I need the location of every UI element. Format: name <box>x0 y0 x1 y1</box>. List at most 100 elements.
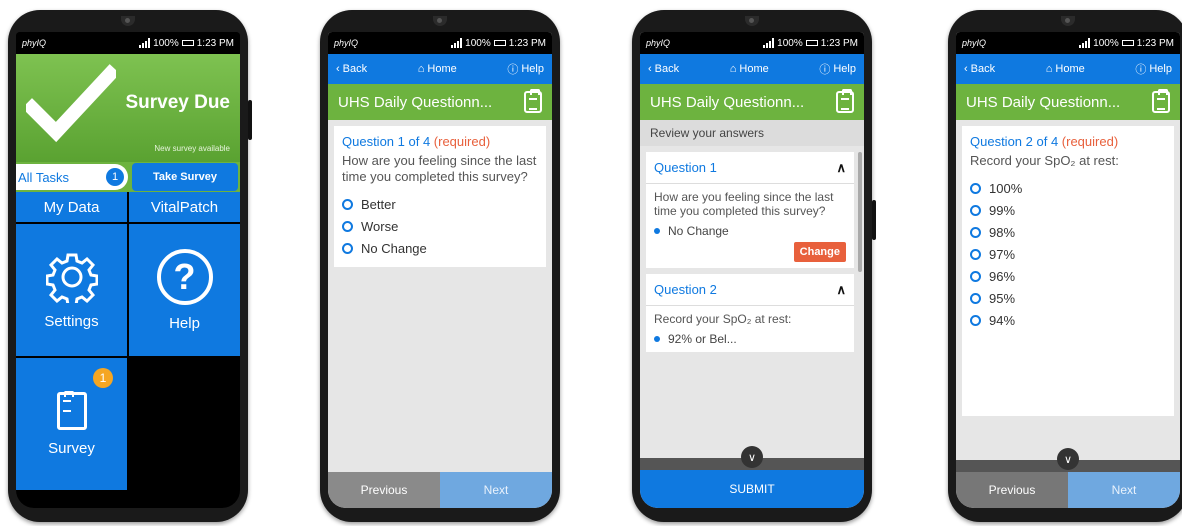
review-q2-header[interactable]: Question 2 ∧ <box>646 274 854 306</box>
review-q1-answer: No Change <box>654 224 846 238</box>
option-96[interactable]: 96% <box>970 265 1166 287</box>
change-button[interactable]: Change <box>793 242 846 262</box>
help-icon: ⓘ <box>507 64 519 76</box>
next-button[interactable]: Next <box>440 472 552 508</box>
help-label: Help <box>169 314 200 332</box>
back-button[interactable]: ‹ Back <box>336 63 367 75</box>
scrollbar[interactable] <box>858 152 862 272</box>
radio-icon <box>970 226 981 238</box>
nav-bar: ‹ Back ⌂ Home ⓘ Help <box>640 54 864 84</box>
survey-title-bar: UHS Daily Questionn... <box>328 84 552 120</box>
tile-settings[interactable]: Settings <box>16 224 127 356</box>
banner-subtitle: New survey available <box>154 144 230 153</box>
home-icon: ⌂ <box>417 63 425 75</box>
radio-icon <box>970 314 981 326</box>
option-99[interactable]: 99% <box>970 199 1166 221</box>
time-label: 1:23 PM <box>508 37 546 49</box>
battery-icon <box>493 40 506 46</box>
option-94[interactable]: 94% <box>970 309 1166 331</box>
previous-button[interactable]: Previous <box>328 472 440 508</box>
tile-my-data[interactable]: My Data <box>16 192 127 222</box>
camera-notch <box>745 16 759 26</box>
question-text: Record your SpO₂ at rest: <box>970 153 1119 168</box>
review-q1-label: Question 1 <box>654 160 717 175</box>
back-button[interactable]: ‹ Back <box>964 63 995 75</box>
time-label: 1:23 PM <box>196 37 234 49</box>
option-no-change[interactable]: No Change <box>342 237 538 259</box>
screen: phyIQ 100% 1:23 PM ‹ Back ⌂ Home ⓘ Help UHS… <box>640 32 864 508</box>
survey-count-badge: 1 <box>93 368 113 388</box>
question-heading: Question 2 of 4 (required) <box>970 134 1166 149</box>
radio-icon <box>970 248 981 260</box>
tile-help[interactable]: ? Help <box>129 224 240 356</box>
screen: phyIQ 100% 1:23 PM ‹ Back ⌂ Home ⓘ Help UHS… <box>956 32 1180 508</box>
signal-icon <box>451 38 463 48</box>
help-button[interactable]: ⓘ Help <box>819 61 856 77</box>
home-button[interactable]: ⌂ Home <box>730 63 769 75</box>
survey-label: Survey <box>48 439 95 457</box>
help-icon: ? <box>156 248 213 305</box>
tile-vitalpatch[interactable]: VitalPatch <box>129 192 240 222</box>
brand-label: phyIQ <box>646 38 671 48</box>
battery-label: 100% <box>777 37 803 49</box>
survey-due-banner[interactable]: Survey Due New survey available <box>16 54 240 162</box>
back-button[interactable]: ‹ Back <box>648 63 679 75</box>
battery-label: 100% <box>465 37 491 49</box>
required-label: (required) <box>433 134 491 149</box>
status-bar: phyIQ 100% 1:23 PM <box>16 32 240 54</box>
required-label: (required) <box>1061 134 1119 149</box>
radio-icon <box>970 292 981 304</box>
bullet-icon <box>654 336 660 342</box>
camera-notch <box>433 16 447 26</box>
review-q1-header[interactable]: Question 1 ∧ <box>646 152 854 184</box>
take-survey-button[interactable]: Take Survey <box>132 163 238 191</box>
bullet-icon <box>654 228 660 234</box>
help-icon: ⓘ <box>1135 64 1147 76</box>
option-95[interactable]: 95% <box>970 287 1166 309</box>
option-100[interactable]: 100% <box>970 177 1166 199</box>
radio-icon <box>342 220 353 232</box>
review-card-q1: Question 1 ∧ How are you feeling since t… <box>646 152 854 268</box>
home-label: Home <box>427 63 457 75</box>
gear-icon <box>45 253 98 303</box>
chevron-down-icon[interactable]: ∨ <box>741 446 763 468</box>
chevron-down-icon[interactable]: ∨ <box>1057 448 1079 470</box>
nav-bar: ‹ Back ⌂ Home ⓘ Help <box>328 54 552 84</box>
camera-notch <box>1061 16 1075 26</box>
survey-title-bar: UHS Daily Questionn... <box>956 84 1180 120</box>
chevron-up-icon: ∧ <box>836 281 846 297</box>
checkmark-icon <box>26 64 116 143</box>
phone-question-2: phyIQ 100% 1:23 PM ‹ Back ⌂ Home ⓘ Help UHS… <box>948 10 1182 522</box>
help-button[interactable]: ⓘ Help <box>1135 61 1172 77</box>
next-button[interactable]: Next <box>1068 472 1180 508</box>
radio-icon <box>970 270 981 282</box>
tile-survey[interactable]: Survey 1 <box>16 358 127 490</box>
chevron-up-icon: ∧ <box>836 159 846 175</box>
home-button[interactable]: ⌂ Home <box>418 63 457 75</box>
brand-label: phyIQ <box>962 38 987 48</box>
help-button[interactable]: ⓘ Help <box>507 61 544 77</box>
option-98[interactable]: 98% <box>970 221 1166 243</box>
submit-button[interactable]: SUBMIT <box>640 470 864 508</box>
chevron-left-icon: ‹ <box>964 63 968 75</box>
home-button[interactable]: ⌂ Home <box>1046 63 1085 75</box>
nav-bar: ‹ Back ⌂ Home ⓘ Help <box>956 54 1180 84</box>
all-tasks-button[interactable]: All Tasks 1 <box>16 164 128 190</box>
option-97[interactable]: 97% <box>970 243 1166 265</box>
signal-icon <box>139 38 151 48</box>
question-number: Question 2 of 4 <box>970 134 1059 149</box>
task-row: All Tasks 1 Take Survey <box>16 162 240 192</box>
question-number: Question 1 of 4 <box>342 134 431 149</box>
help-icon: ⓘ <box>819 64 831 76</box>
home-icon: ⌂ <box>729 63 737 75</box>
previous-button[interactable]: Previous <box>956 472 1068 508</box>
status-bar: phyIQ 100% 1:23 PM <box>328 32 552 54</box>
option-better[interactable]: Better <box>342 193 538 215</box>
back-label: Back <box>970 63 996 75</box>
tile-grid: My Data VitalPatch Settings ? Help Surve… <box>16 192 240 490</box>
clipboard-icon <box>524 89 542 113</box>
battery-icon <box>805 40 818 46</box>
option-worse[interactable]: Worse <box>342 215 538 237</box>
battery-label: 100% <box>1093 37 1119 49</box>
empty-tile <box>129 358 240 490</box>
